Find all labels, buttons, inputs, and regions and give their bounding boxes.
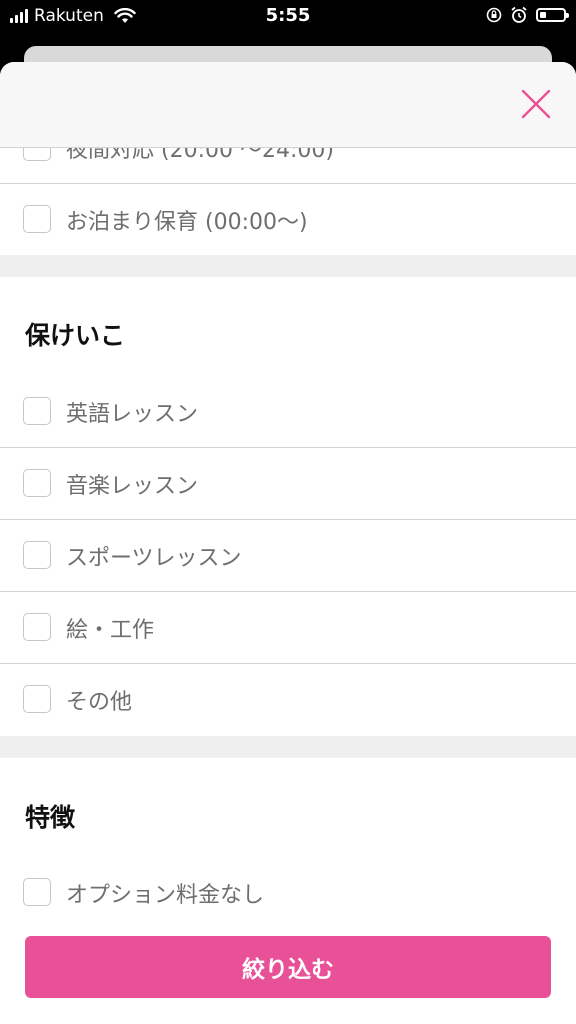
list-item[interactable]: 英語レッスン (0, 376, 576, 448)
list-item[interactable]: スポーツレッスン (0, 520, 576, 592)
sheet-header (0, 62, 576, 148)
checkbox[interactable] (23, 685, 51, 713)
list-item[interactable]: 絵・工作 (0, 592, 576, 664)
checkbox[interactable] (23, 541, 51, 569)
option-label: スポーツレッスン (66, 546, 242, 571)
list-item[interactable]: その他 (0, 664, 576, 736)
filter-submit-button[interactable]: 絞り込む (25, 936, 551, 998)
checkbox[interactable] (23, 469, 51, 497)
option-label: 音楽レッスン (66, 474, 199, 499)
close-icon[interactable] (520, 88, 552, 120)
list-item[interactable]: お泊まり保育 (00:00〜) (0, 184, 576, 256)
alarm-icon (511, 6, 527, 23)
status-right (486, 6, 569, 24)
section-divider (0, 736, 576, 758)
checkbox[interactable] (23, 205, 51, 233)
filter-sheet: 夜間対応 (20:00 〜24:00) お泊まり保育 (00:00〜) 保けいこ… (0, 62, 576, 1024)
checkbox[interactable] (23, 613, 51, 641)
option-label: オプション料金なし (66, 883, 265, 908)
filter-list[interactable]: 夜間対応 (20:00 〜24:00) お泊まり保育 (00:00〜) 保けいこ… (0, 62, 576, 1024)
option-label: お泊まり保育 (00:00〜) (66, 210, 308, 235)
rotation-lock-icon (486, 7, 502, 23)
section-title-features: 特徴 (25, 803, 76, 832)
option-label: 絵・工作 (66, 618, 155, 643)
section-title-lessons: 保けいこ (25, 321, 126, 350)
list-item[interactable]: オプション料金なし (0, 857, 576, 929)
checkbox[interactable] (23, 397, 51, 425)
status-bar: Rakuten 5:55 (0, 0, 576, 34)
option-label: その他 (66, 690, 133, 715)
list-item[interactable]: 音楽レッスン (0, 448, 576, 520)
section-divider (0, 255, 576, 277)
checkbox[interactable] (23, 878, 51, 906)
battery-icon (536, 8, 569, 22)
option-label: 英語レッスン (66, 402, 199, 427)
